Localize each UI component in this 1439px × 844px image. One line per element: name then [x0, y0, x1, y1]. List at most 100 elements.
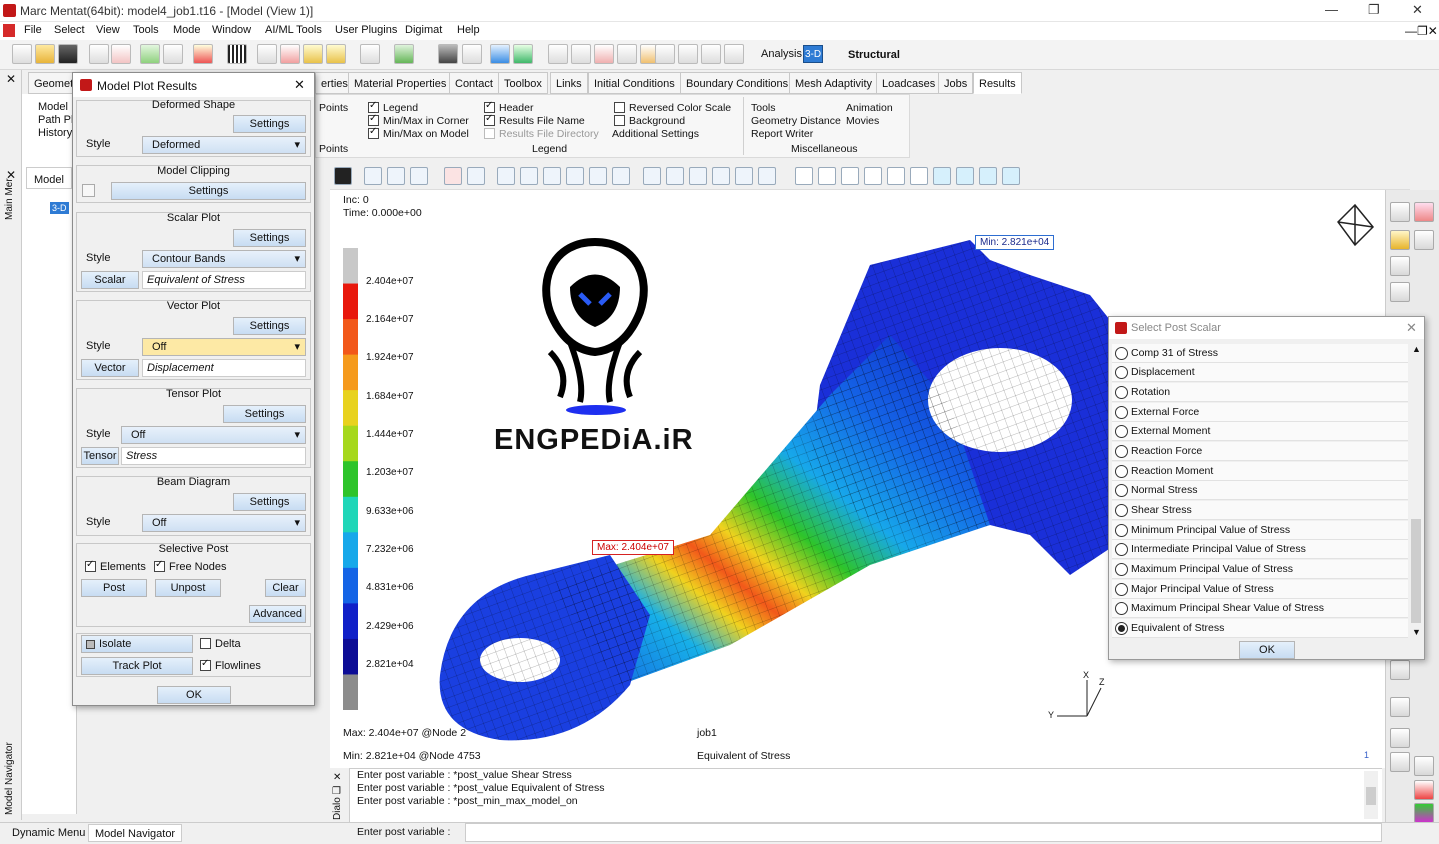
console-restore-icon[interactable]: ❐	[332, 786, 341, 797]
sps-option-normal-stress[interactable]: Normal Stress	[1112, 481, 1408, 500]
sps-option-displacement[interactable]: Displacement	[1112, 363, 1408, 382]
right-tool-8-icon[interactable]	[1390, 752, 1410, 772]
isolate-button[interactable]: Isolate	[81, 635, 193, 653]
additional-settings-button[interactable]: Additional Settings	[612, 128, 699, 140]
main-menu-vertical-label[interactable]: Main Mer	[4, 178, 15, 220]
menu-user-plugins[interactable]: User Plugins	[335, 24, 397, 36]
node-grid-icon[interactable]	[548, 44, 568, 64]
close-panel-icon[interactable]: ✕	[6, 72, 16, 86]
sps-scroll-up-icon[interactable]: ▲	[1412, 344, 1421, 354]
sps-scroll-thumb[interactable]	[1411, 519, 1421, 623]
movies-button[interactable]: Movies	[846, 115, 879, 127]
tab-boundary-conditions[interactable]: Boundary Conditions	[680, 72, 795, 94]
sps-option-major-principal[interactable]: Major Principal Value of Stress	[1112, 580, 1408, 599]
track-plot-button[interactable]: Track Plot	[81, 657, 193, 675]
minimize-icon[interactable]: —	[1325, 2, 1338, 17]
open-folder-icon[interactable]	[35, 44, 55, 64]
results-file-dir-check-icon[interactable]	[484, 128, 495, 139]
tab-jobs[interactable]: Jobs	[938, 72, 974, 94]
right-tool-9-icon[interactable]	[1414, 202, 1434, 222]
animation-button[interactable]: Animation	[846, 102, 893, 114]
advanced-button[interactable]: Advanced	[249, 605, 306, 623]
console-scrollbar[interactable]	[1364, 771, 1378, 819]
report-icon[interactable]	[701, 44, 721, 64]
dialog-ok-button[interactable]: OK	[157, 686, 231, 704]
scalar-settings-button[interactable]: Settings	[233, 229, 306, 247]
right-tool-1-icon[interactable]	[1390, 202, 1410, 222]
delta-check-icon[interactable]	[200, 638, 211, 649]
menu-window[interactable]: Window	[212, 24, 251, 36]
reset-icon[interactable]	[193, 44, 213, 64]
tensor-style-select[interactable]: Off	[121, 426, 306, 444]
menu-aiml-tools[interactable]: AI/ML Tools	[265, 24, 322, 36]
zoom-out-icon[interactable]	[410, 167, 428, 185]
reversed-color-checkbox[interactable]: Reversed Color Scale	[614, 102, 731, 114]
vector-button[interactable]: Vector	[81, 359, 139, 377]
right-tool-4-icon[interactable]	[1390, 282, 1410, 302]
minmax-model-check-icon[interactable]	[368, 126, 379, 139]
view-cube-4-icon[interactable]	[864, 167, 882, 185]
geometry-distance-button[interactable]: Geometry Distance	[751, 115, 841, 127]
model-item-label[interactable]: Model I	[38, 101, 74, 113]
bar-graph-icon[interactable]	[724, 44, 744, 64]
sps-option-comp31[interactable]: Comp 31 of Stress	[1112, 344, 1408, 363]
deformed-settings-button[interactable]: Settings	[233, 115, 306, 133]
tensor-settings-button[interactable]: Settings	[223, 405, 306, 423]
shade-icon[interactable]	[438, 44, 458, 64]
dimension-icon[interactable]	[257, 44, 277, 64]
sps-scrollbar[interactable]: ▲ ▼	[1410, 344, 1422, 638]
pan-up-icon[interactable]	[543, 167, 561, 185]
rotate-2-icon[interactable]	[666, 167, 684, 185]
view-cube-8-icon[interactable]	[956, 167, 974, 185]
legend-check-icon[interactable]	[368, 100, 379, 113]
command-input[interactable]	[465, 823, 1382, 842]
right-tool-7-icon[interactable]	[1390, 728, 1410, 748]
tensor-value-field[interactable]: Stress	[121, 447, 306, 465]
scalar-style-select[interactable]: Contour Bands	[142, 250, 306, 268]
results-file-name-checkbox[interactable]: Results File Name	[484, 113, 585, 127]
calculator-icon[interactable]	[594, 44, 614, 64]
close-file-icon[interactable]	[111, 44, 131, 64]
view-cube-7-icon[interactable]	[933, 167, 951, 185]
sps-option-reaction-moment[interactable]: Reaction Moment	[1112, 462, 1408, 481]
free-nodes-check-icon[interactable]	[154, 559, 165, 572]
sps-option-rotation[interactable]: Rotation	[1112, 383, 1408, 402]
rotate-6-icon[interactable]	[758, 167, 776, 185]
menu-mode[interactable]: Mode	[173, 24, 201, 36]
unpost-button[interactable]: Unpost	[155, 579, 221, 597]
fit-view-icon[interactable]	[334, 167, 352, 185]
rotate-x-icon[interactable]	[566, 167, 584, 185]
sps-option-max-principal-shear[interactable]: Maximum Principal Shear Value of Stress	[1112, 599, 1408, 618]
menu-help[interactable]: Help	[457, 24, 480, 36]
redo-icon[interactable]	[163, 44, 183, 64]
menu-view[interactable]: View	[96, 24, 120, 36]
sps-option-min-principal[interactable]: Minimum Principal Value of Stress	[1112, 521, 1408, 540]
mesh-table-icon[interactable]	[326, 44, 346, 64]
tab-contact[interactable]: Contact	[449, 72, 499, 94]
pointer-green-icon[interactable]	[394, 44, 414, 64]
reset-view-icon[interactable]	[467, 167, 485, 185]
analysis-mode-select[interactable]: 3-D	[803, 45, 823, 63]
free-nodes-checkbox[interactable]: Free Nodes	[154, 559, 226, 573]
pan-left-icon[interactable]	[497, 167, 515, 185]
new-file-icon[interactable]	[12, 44, 32, 64]
sps-option-external-moment[interactable]: External Moment	[1112, 422, 1408, 441]
tree-root-3d[interactable]: 3-D	[50, 202, 69, 214]
menu-tools[interactable]: Tools	[133, 24, 159, 36]
sps-ok-button[interactable]: OK	[1239, 641, 1295, 659]
sps-option-equivalent-stress[interactable]: Equivalent of Stress	[1112, 619, 1408, 638]
tab-results[interactable]: Results	[973, 72, 1022, 94]
filter-icon[interactable]	[462, 44, 482, 64]
tab-links[interactable]: Links	[550, 72, 588, 94]
flowlines-checkbox[interactable]: Flowlines	[200, 658, 261, 672]
history-item-label[interactable]: History	[38, 127, 72, 139]
post-button[interactable]: Post	[81, 579, 147, 597]
right-tool-5-icon[interactable]	[1390, 660, 1410, 680]
reversed-color-check-icon[interactable]	[614, 102, 625, 113]
list-icon[interactable]	[655, 44, 675, 64]
deformed-style-select[interactable]: Deformed	[142, 136, 306, 154]
background-check-icon[interactable]	[614, 115, 625, 126]
vector-value-field[interactable]: Displacement	[142, 359, 306, 377]
scalar-value-field[interactable]: Equivalent of Stress	[142, 271, 306, 289]
sps-scroll-down-icon[interactable]: ▼	[1412, 627, 1421, 637]
